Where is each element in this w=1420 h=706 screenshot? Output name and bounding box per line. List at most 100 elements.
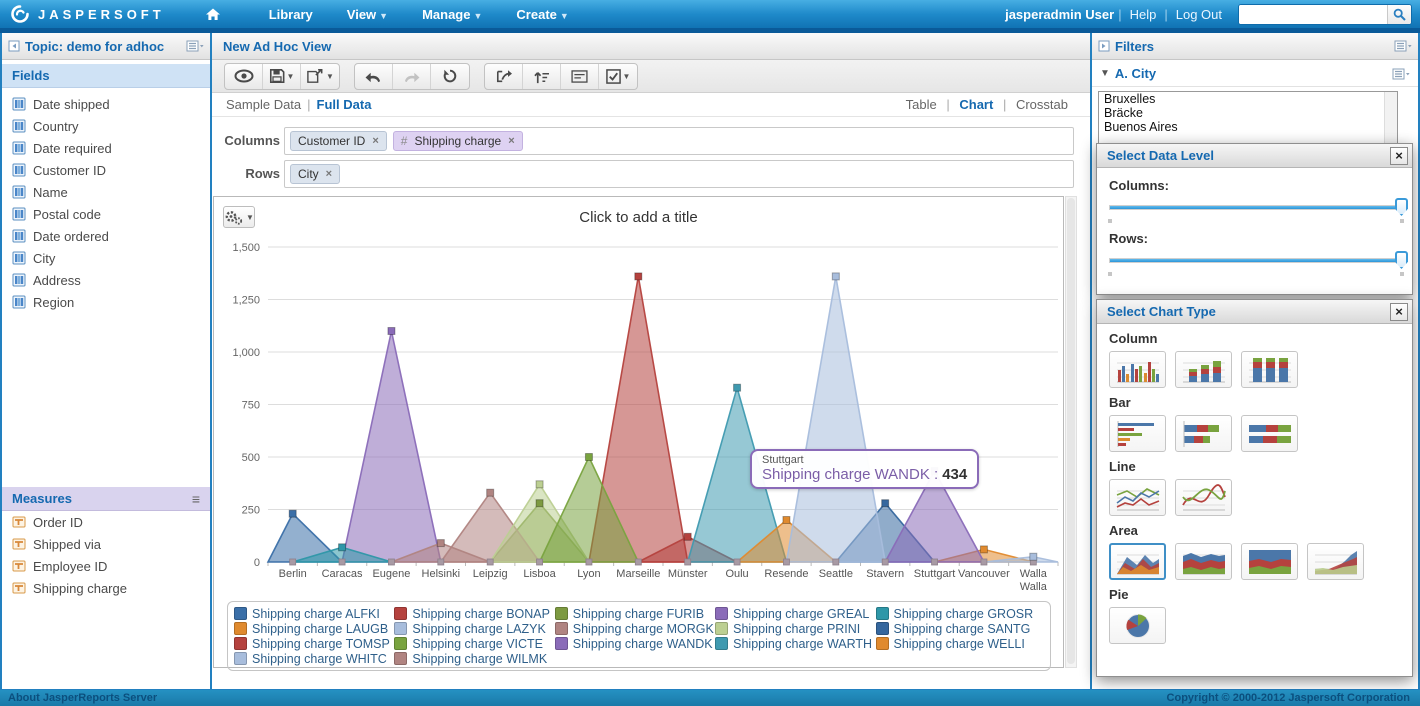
measure-item[interactable]: Employee ID [2,555,210,577]
caret-down-icon: ▼ [286,71,295,81]
chart-type-pie[interactable] [1109,607,1166,644]
measures-section-header: Measures ≡ [2,487,210,511]
chart-type-line[interactable] [1109,479,1166,516]
collapse-panel-icon[interactable] [8,40,20,52]
save-button[interactable]: ▼ [263,63,301,89]
chart-type-spline[interactable] [1175,479,1232,516]
field-item[interactable]: Address [2,269,210,291]
filter-option[interactable]: Bräcke [1099,106,1397,120]
select-data-level-dialog: Select Data Level × Columns: Rows: [1096,143,1413,295]
logout-link[interactable]: Log Out [1176,7,1222,22]
field-item[interactable]: Date required [2,137,210,159]
menu-item-library[interactable]: Library [269,7,313,22]
legend-swatch [234,622,247,635]
crosstab-view-link[interactable]: Crosstab [1016,97,1068,112]
field-item[interactable]: City [2,247,210,269]
panel-menu-icon[interactable] [186,40,204,52]
rows-pillbox[interactable]: City × [284,160,1074,188]
field-label: Country [33,118,79,134]
home-icon[interactable] [205,7,221,21]
search-icon [1393,8,1406,21]
columns-data-level-slider[interactable] [1108,195,1408,223]
filter-group-header[interactable]: ▼ A. City [1092,61,1418,87]
columns-label: Columns [224,133,280,148]
chart-type-bar[interactable] [1109,415,1166,452]
field-icon [12,273,26,287]
collapse-panel-icon[interactable] [1098,40,1110,52]
pill-city[interactable]: City × [290,164,341,184]
remove-icon[interactable]: × [372,135,378,147]
menu-item-manage[interactable]: Manage ▼ [422,7,482,22]
sort-button[interactable] [523,63,561,89]
select-chart-type-dialog: Select Chart Type × Column Bar Line Area Pie [1096,299,1413,677]
measure-item[interactable]: Shipped via [2,533,210,555]
chart-view-link[interactable]: Chart [959,97,993,112]
field-item[interactable]: Region [2,291,210,313]
search-button[interactable] [1387,4,1411,24]
chart-scrollbar[interactable] [1065,196,1077,668]
measure-item[interactable]: Shipping charge [2,577,210,599]
chart-type-area-stacked[interactable] [1175,543,1232,580]
menu-label: Manage [422,6,471,22]
revert-button[interactable] [431,64,469,89]
sample-data-link[interactable]: Sample Data [226,97,301,112]
table-view-link[interactable]: Table [906,97,937,112]
legend-label: Shipping charge WILMK [412,651,548,666]
filter-option[interactable]: Buenos Aires [1099,120,1397,134]
chart-type-area[interactable] [1109,543,1166,580]
chart-type-column-pct[interactable] [1241,351,1298,388]
dialog-title-bar[interactable]: Select Chart Type × [1097,300,1412,324]
field-item[interactable]: Date ordered [2,225,210,247]
close-icon[interactable]: × [1390,147,1408,165]
chart-type-column-stacked[interactable] [1175,351,1232,388]
menu-label: Library [268,6,313,22]
filter-menu-icon[interactable] [1392,68,1410,80]
page-options-button[interactable] [561,63,599,89]
columns-pillbox[interactable]: Customer ID × # Shipping charge × [284,127,1074,155]
jaspersoft-logo[interactable]: JASPERSOFT [10,4,165,24]
filter-option[interactable]: Bruxelles [1099,92,1397,106]
chart-type-area-spline[interactable] [1307,543,1364,580]
pill-shipping-charge[interactable]: # Shipping charge × [392,131,523,151]
field-item[interactable]: Name [2,181,210,203]
field-item[interactable]: Postal code [2,203,210,225]
chart-type-column[interactable] [1109,351,1166,388]
remove-icon[interactable]: × [508,135,514,147]
undo-button[interactable] [355,63,393,89]
export-button[interactable]: ▼ [301,64,339,89]
full-data-link[interactable]: Full Data [317,97,372,112]
close-icon[interactable]: × [1390,303,1408,321]
field-item[interactable]: Date shipped [2,93,210,115]
slider-handle[interactable] [1395,251,1408,269]
chart-title-placeholder[interactable]: Click to add a title [214,209,1063,226]
measure-item[interactable]: Order ID [2,511,210,533]
help-link[interactable]: Help [1130,7,1157,22]
chart-plot: 0 250 500 750 1,000 1,250 1,500 Berlin Caracas Eu… [214,237,1065,601]
preview-button[interactable] [225,63,263,89]
measures-menu-icon[interactable]: ≡ [192,491,200,507]
search-input[interactable] [1239,4,1387,24]
chart-canvas[interactable]: ▼ Click to add a title 0 250 500 750 1,000 1,… [213,196,1065,671]
scrollbar-thumb[interactable] [1067,198,1075,664]
switch-group-button[interactable] [485,63,523,89]
slider-handle[interactable] [1395,198,1408,216]
remove-icon[interactable]: × [326,168,332,180]
field-item[interactable]: Customer ID [2,159,210,181]
panel-menu-icon[interactable] [1394,40,1412,52]
redo-button[interactable] [393,63,431,89]
dialog-title-bar[interactable]: Select Data Level × [1097,144,1412,168]
menu-item-create[interactable]: Create ▼ [516,7,568,22]
chart-type-area-pct[interactable] [1241,543,1298,580]
field-item[interactable]: Country [2,115,210,137]
chart-type-bar-stacked[interactable] [1175,415,1232,452]
rows-data-level-slider[interactable] [1108,248,1408,276]
input-controls-button[interactable]: ▼ [599,64,637,89]
legend-entry: Shipping charge WELLI [875,636,1036,651]
chart-type-bar-pct[interactable] [1241,415,1298,452]
rows-label: Rows [245,166,280,181]
menu-item-view[interactable]: View ▼ [347,7,388,22]
pill-customer-id[interactable]: Customer ID × [290,131,387,151]
sort-icon [534,71,549,83]
svg-text:0: 0 [254,557,260,569]
about-link[interactable]: About JasperReports Server [8,692,1167,704]
